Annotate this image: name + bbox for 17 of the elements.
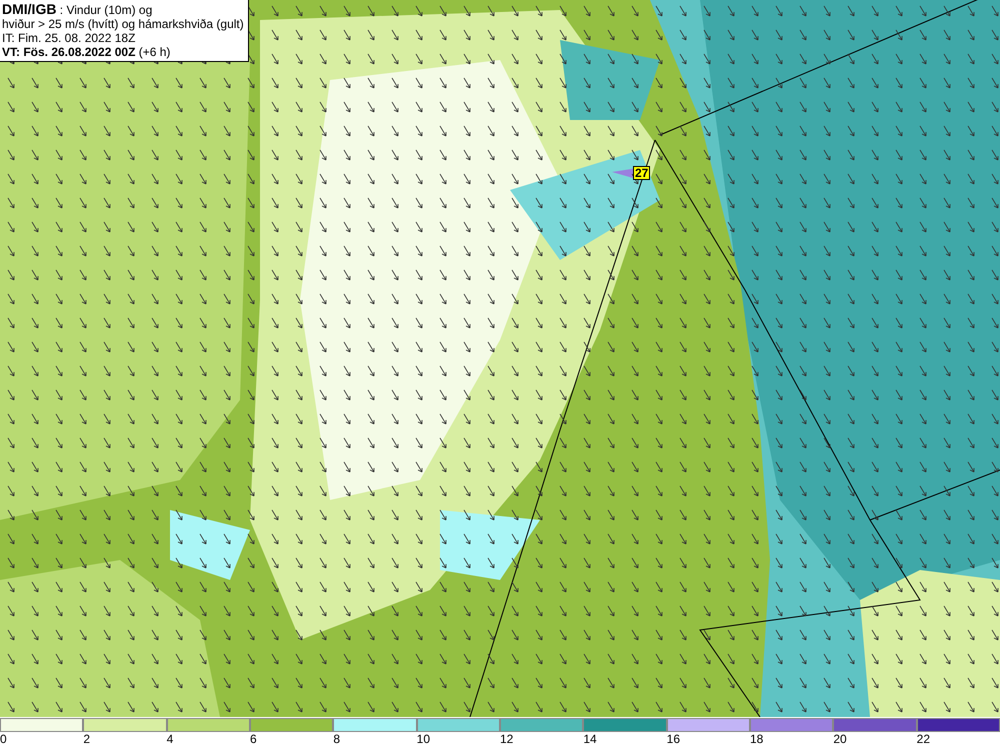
legend-label: 16 [666,732,680,746]
legend-label: 12 [500,732,514,746]
legend-label: 14 [583,732,597,746]
legend-label: 10 [416,732,430,746]
legend-label: 2 [83,732,90,746]
map-title: DMI/IGB : Vindur (10m) og [2,2,154,17]
legend-label: 20 [833,732,847,746]
legend-label: 8 [333,732,340,746]
valid-time: VT: Fös. 26.08.2022 00Z (+6 h) [2,45,172,59]
legend-label: 6 [250,732,257,746]
legend-label: 0 [0,732,7,746]
issue-time: IT: Fim. 25. 08. 2022 18Z [2,31,136,45]
legend-label: 22 [916,732,930,746]
legend-label: 18 [750,732,764,746]
map-subtitle: hviður > 25 m/s (hvítt) og hámarkshviða (gult) [2,17,244,31]
gust-label: 27 [633,166,650,180]
legend-label: 4 [166,732,174,746]
